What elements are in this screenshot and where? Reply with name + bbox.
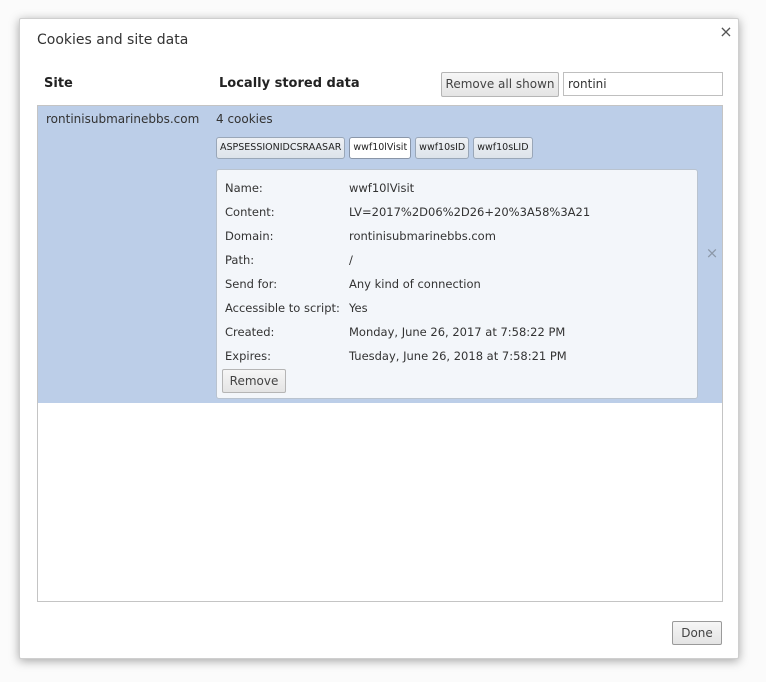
detail-label-domain: Domain: [225, 229, 274, 243]
detail-value-path: / [349, 253, 353, 267]
column-header-locally-stored-data: Locally stored data [219, 76, 360, 91]
cookie-count: 4 cookies [216, 112, 273, 126]
remove-cookie-button[interactable]: Remove [222, 369, 286, 393]
site-name: rontinisubmarinebbs.com [46, 112, 200, 126]
detail-label-name: Name: [225, 181, 263, 195]
search-input[interactable] [563, 72, 723, 96]
detail-label-expires: Expires: [225, 349, 271, 363]
dialog-title: Cookies and site data [37, 32, 189, 48]
close-icon[interactable]: × [718, 24, 734, 40]
detail-label-content: Content: [225, 205, 275, 219]
site-row-selected[interactable]: rontinisubmarinebbs.com 4 cookies ASPSES… [38, 106, 722, 403]
detail-value-created: Monday, June 26, 2017 at 7:58:22 PM [349, 325, 566, 339]
done-button[interactable]: Done [672, 621, 722, 645]
detail-value-expires: Tuesday, June 26, 2018 at 7:58:21 PM [349, 349, 567, 363]
cookie-details-panel: Name: wwf10lVisit Content: LV=2017%2D06%… [216, 169, 698, 399]
cookie-chip[interactable]: wwf10sLID [473, 137, 533, 159]
cookie-chip[interactable]: ASPSESSIONIDCSRAASAR [216, 137, 346, 159]
cookies-dialog: Cookies and site data × Site Locally sto… [19, 18, 739, 659]
detail-value-accessible-to-script: Yes [349, 301, 368, 315]
detail-label-created: Created: [225, 325, 275, 339]
detail-value-content: LV=2017%2D06%2D26+20%3A58%3A21 [349, 205, 591, 219]
detail-value-domain: rontinisubmarinebbs.com [349, 229, 496, 243]
column-header-site: Site [44, 76, 73, 91]
detail-label-path: Path: [225, 253, 255, 267]
cookie-site-list[interactable]: rontinisubmarinebbs.com 4 cookies ASPSES… [37, 105, 723, 602]
detail-value-name: wwf10lVisit [349, 181, 415, 195]
detail-value-send-for: Any kind of connection [349, 277, 481, 291]
detail-label-accessible-to-script: Accessible to script: [225, 301, 340, 315]
detail-label-send-for: Send for: [225, 277, 278, 291]
delete-site-icon[interactable]: × [705, 246, 719, 261]
remove-all-shown-button[interactable]: Remove all shown [441, 72, 559, 97]
cookie-chip[interactable]: wwf10sID [415, 137, 470, 159]
cookie-chip-selected[interactable]: wwf10lVisit [349, 137, 412, 159]
cookie-chip-list: ASPSESSIONIDCSRAASAR wwf10lVisit wwf10sI… [216, 137, 533, 159]
